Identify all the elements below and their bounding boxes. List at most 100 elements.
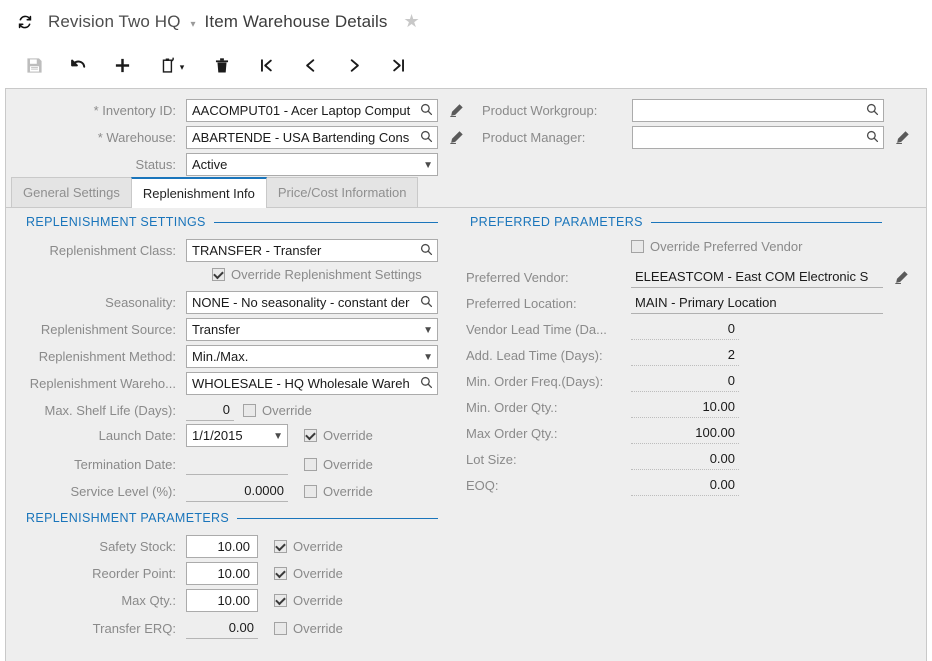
safety-stock-value: 10.00 (192, 539, 253, 554)
field-max-shelf-life: Max. Shelf Life (Days): 0 Override (6, 399, 312, 421)
chevron-down-icon[interactable]: ▾ (180, 62, 185, 73)
lot-size-value: 0.00 (631, 448, 739, 470)
pencil-icon[interactable] (449, 130, 464, 145)
vendor-lead-time-value: 0 (631, 318, 739, 340)
field-max-order-qty: Max Order Qty.: 100.00 (466, 422, 739, 444)
field-safety-stock: Safety Stock: 10.00 Override (6, 535, 343, 558)
termination-date-label: Termination Date: (6, 457, 186, 472)
search-icon[interactable] (420, 295, 433, 311)
checkbox-override-preferred-vendor[interactable]: Override Preferred Vendor (631, 239, 802, 254)
product-workgroup-label: Product Workgroup: (482, 103, 632, 118)
reorder-point-input[interactable]: 10.00 (186, 562, 258, 585)
search-icon[interactable] (866, 130, 879, 146)
launch-date-override-checkbox[interactable] (304, 429, 317, 442)
first-record-button[interactable] (244, 48, 288, 82)
max-qty-override-checkbox[interactable] (274, 594, 287, 607)
tab-strip: General Settings Replenishment Info Pric… (6, 177, 926, 208)
seasonality-input[interactable]: NONE - No seasonality - constant der (186, 291, 438, 314)
field-product-manager: Product Manager: (482, 124, 910, 151)
status-select[interactable]: Active ▼ (186, 153, 438, 176)
section-divider (237, 518, 438, 519)
add-lead-time-label: Add. Lead Time (Days): (466, 348, 631, 363)
launch-date-input[interactable]: 1/1/2015 ▼ (186, 424, 288, 447)
reorder-point-value: 10.00 (192, 566, 253, 581)
field-inventory-id: * Inventory ID: AACOMPUT01 - Acer Laptop… (6, 97, 464, 124)
save-button[interactable] (12, 48, 56, 82)
field-replenishment-warehouse: Replenishment Wareho... WHOLESALE - HQ W… (6, 372, 438, 395)
max-order-qty-label: Max Order Qty.: (466, 426, 631, 441)
next-record-button[interactable] (332, 48, 376, 82)
tab-replenishment-info[interactable]: Replenishment Info (131, 177, 267, 208)
replenishment-method-select[interactable]: Min./Max. ▼ (186, 345, 438, 368)
min-order-qty-label: Min. Order Qty.: (466, 400, 631, 415)
refresh-icon[interactable] (16, 13, 34, 31)
pencil-icon[interactable] (449, 103, 464, 118)
undo-button[interactable] (56, 48, 100, 82)
search-icon[interactable] (420, 130, 433, 146)
service-level-override-checkbox[interactable] (304, 485, 317, 498)
chevron-down-icon[interactable]: ▼ (423, 352, 433, 363)
replenishment-warehouse-input[interactable]: WHOLESALE - HQ Wholesale Wareh (186, 372, 438, 395)
product-workgroup-input[interactable] (632, 99, 884, 122)
max-shelf-life-override-checkbox[interactable] (243, 404, 256, 417)
last-record-button[interactable] (376, 48, 420, 82)
field-status: Status: Active ▼ (6, 151, 438, 178)
field-preferred-location: Preferred Location: MAIN - Primary Locat… (466, 292, 883, 314)
field-launch-date: Launch Date: 1/1/2015 ▼ Override (6, 424, 373, 447)
replenishment-source-value: Transfer (192, 322, 419, 337)
max-qty-value: 10.00 (192, 593, 253, 608)
product-manager-label: Product Manager: (482, 130, 632, 145)
override-replenishment-settings-checkbox[interactable] (212, 268, 225, 281)
field-vendor-lead-time: Vendor Lead Time (Da... 0 (466, 318, 739, 340)
tab-price-cost-information[interactable]: Price/Cost Information (266, 177, 419, 207)
safety-stock-override-checkbox[interactable] (274, 540, 287, 553)
replenishment-source-select[interactable]: Transfer ▼ (186, 318, 438, 341)
add-new-record-button[interactable] (100, 48, 144, 82)
warehouse-input[interactable]: ABARTENDE - USA Bartending Cons (186, 126, 438, 149)
transfer-erq-label: Transfer ERQ: (6, 621, 186, 636)
inventory-id-value: AACOMPUT01 - Acer Laptop Comput (192, 103, 418, 118)
min-order-qty-value: 10.00 (631, 396, 739, 418)
field-seasonality: Seasonality: NONE - No seasonality - con… (6, 291, 438, 314)
launch-date-override-label: Override (323, 428, 373, 443)
safety-stock-input[interactable]: 10.00 (186, 535, 258, 558)
vendor-lead-time-label: Vendor Lead Time (Da... (466, 322, 631, 337)
clipboard-actions-button[interactable]: ▾ (144, 48, 200, 82)
override-preferred-vendor-checkbox[interactable] (631, 240, 644, 253)
chevron-down-icon[interactable]: ▼ (273, 431, 283, 442)
field-min-order-freq: Min. Order Freq.(Days): 0 (466, 370, 739, 392)
status-value: Active (192, 157, 419, 172)
min-order-freq-label: Min. Order Freq.(Days): (466, 374, 631, 389)
preferred-vendor-label: Preferred Vendor: (466, 270, 631, 285)
search-icon[interactable] (420, 103, 433, 119)
pencil-icon[interactable] (895, 130, 910, 145)
max-qty-input[interactable]: 10.00 (186, 589, 258, 612)
toolbar: ▾ (0, 44, 932, 86)
breadcrumb-company[interactable]: Revision Two HQ (48, 12, 181, 32)
replenishment-method-value: Min./Max. (192, 349, 419, 364)
chevron-down-icon[interactable]: ▼ (423, 325, 433, 336)
search-icon[interactable] (866, 103, 879, 119)
field-warehouse: * Warehouse: ABARTENDE - USA Bartending … (6, 124, 464, 151)
chevron-down-icon[interactable]: ▼ (423, 160, 433, 171)
section-divider (651, 222, 882, 223)
pencil-icon[interactable] (894, 270, 909, 285)
replenishment-warehouse-label: Replenishment Wareho... (6, 376, 186, 391)
checkbox-override-replenishment-settings[interactable]: Override Replenishment Settings (212, 267, 422, 282)
section-replenishment-parameters: REPLENISHMENT PARAMETERS (26, 511, 438, 525)
search-icon[interactable] (420, 243, 433, 259)
search-icon[interactable] (420, 376, 433, 392)
previous-record-button[interactable] (288, 48, 332, 82)
product-manager-input[interactable] (632, 126, 884, 149)
eoq-label: EOQ: (466, 478, 631, 493)
termination-date-override-checkbox[interactable] (304, 458, 317, 471)
reorder-point-override-checkbox[interactable] (274, 567, 287, 580)
tab-general-settings[interactable]: General Settings (11, 177, 132, 207)
replenishment-class-input[interactable]: TRANSFER - Transfer (186, 239, 438, 262)
inventory-id-input[interactable]: AACOMPUT01 - Acer Laptop Comput (186, 99, 438, 122)
transfer-erq-override-checkbox[interactable] (274, 622, 287, 635)
star-icon[interactable]: ★ (404, 11, 420, 32)
delete-button[interactable] (200, 48, 244, 82)
chevron-down-icon[interactable]: ▾ (191, 19, 196, 30)
termination-date-override-label: Override (323, 457, 373, 472)
